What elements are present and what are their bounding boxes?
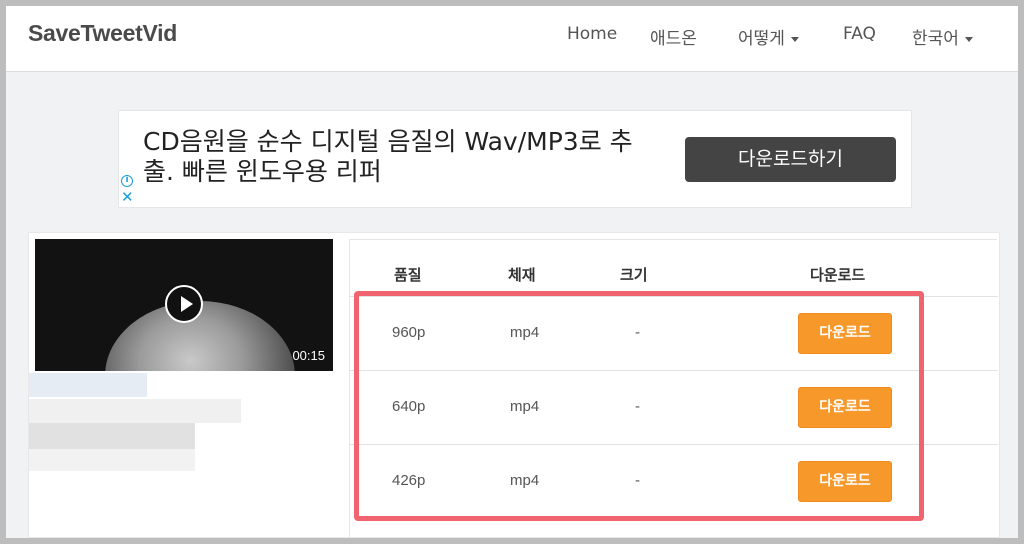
nav-howto-dropdown[interactable]: 어떻게 (738, 24, 799, 49)
row-size: - (635, 472, 640, 489)
ad-text[interactable]: CD음원을 순수 디지털 음질의 Wav/MP3로 추출. 빠른 윈도우용 리퍼 (143, 127, 663, 187)
download-button[interactable]: 다운로드 (798, 461, 892, 502)
info-icon[interactable]: i (121, 175, 133, 187)
download-button[interactable]: 다운로드 (798, 387, 892, 428)
ad-download-button[interactable]: 다운로드하기 (685, 137, 896, 182)
row-format: mp4 (510, 324, 540, 341)
row-quality: 426p (392, 472, 426, 489)
table-row: 426p mp4 - 다운로드 (350, 444, 998, 518)
header-format: 체재 (508, 266, 536, 284)
nav-addon[interactable]: 애드온 (650, 24, 697, 49)
row-size: - (635, 324, 640, 341)
result-panel: 00:15 품질 체재 크기 다운로드 960p mp4 - 다운로드 640p… (28, 232, 1000, 538)
nav-home[interactable]: Home (567, 24, 617, 44)
download-table: 품질 체재 크기 다운로드 960p mp4 - 다운로드 640p mp4 -… (349, 239, 998, 538)
row-format: mp4 (510, 472, 540, 489)
top-navbar: SaveTweetVid Home 애드온 어떻게 FAQ 한국어 (6, 6, 1018, 72)
table-row: 960p mp4 - 다운로드 (350, 296, 998, 370)
close-icon[interactable]: ✕ (121, 189, 134, 205)
brand-logo[interactable]: SaveTweetVid (28, 20, 177, 47)
nav-faq[interactable]: FAQ (843, 24, 876, 44)
header-quality: 품질 (394, 266, 422, 284)
table-row: 640p mp4 - 다운로드 (350, 370, 998, 444)
row-quality: 960p (392, 324, 426, 341)
row-size: - (635, 398, 640, 415)
row-format: mp4 (510, 398, 540, 415)
header-download: 다운로드 (810, 266, 866, 284)
nav-howto-label: 어떻게 (738, 29, 785, 49)
caret-down-icon (790, 36, 799, 42)
row-quality: 640p (392, 398, 426, 415)
browser-viewport: SaveTweetVid Home 애드온 어떻게 FAQ 한국어 CD음원을 … (6, 6, 1018, 538)
caret-down-icon (964, 36, 973, 42)
video-thumbnail[interactable]: 00:15 (35, 239, 333, 371)
download-button[interactable]: 다운로드 (798, 313, 892, 354)
advertisement-banner[interactable]: CD음원을 순수 디지털 음질의 Wav/MP3로 추출. 빠른 윈도우용 리퍼… (118, 110, 912, 208)
video-duration: 00:15 (292, 348, 325, 363)
nav-language-label: 한국어 (912, 29, 959, 49)
nav-language-dropdown[interactable]: 한국어 (912, 24, 973, 49)
header-size: 크기 (620, 266, 648, 284)
play-icon[interactable] (165, 285, 203, 323)
